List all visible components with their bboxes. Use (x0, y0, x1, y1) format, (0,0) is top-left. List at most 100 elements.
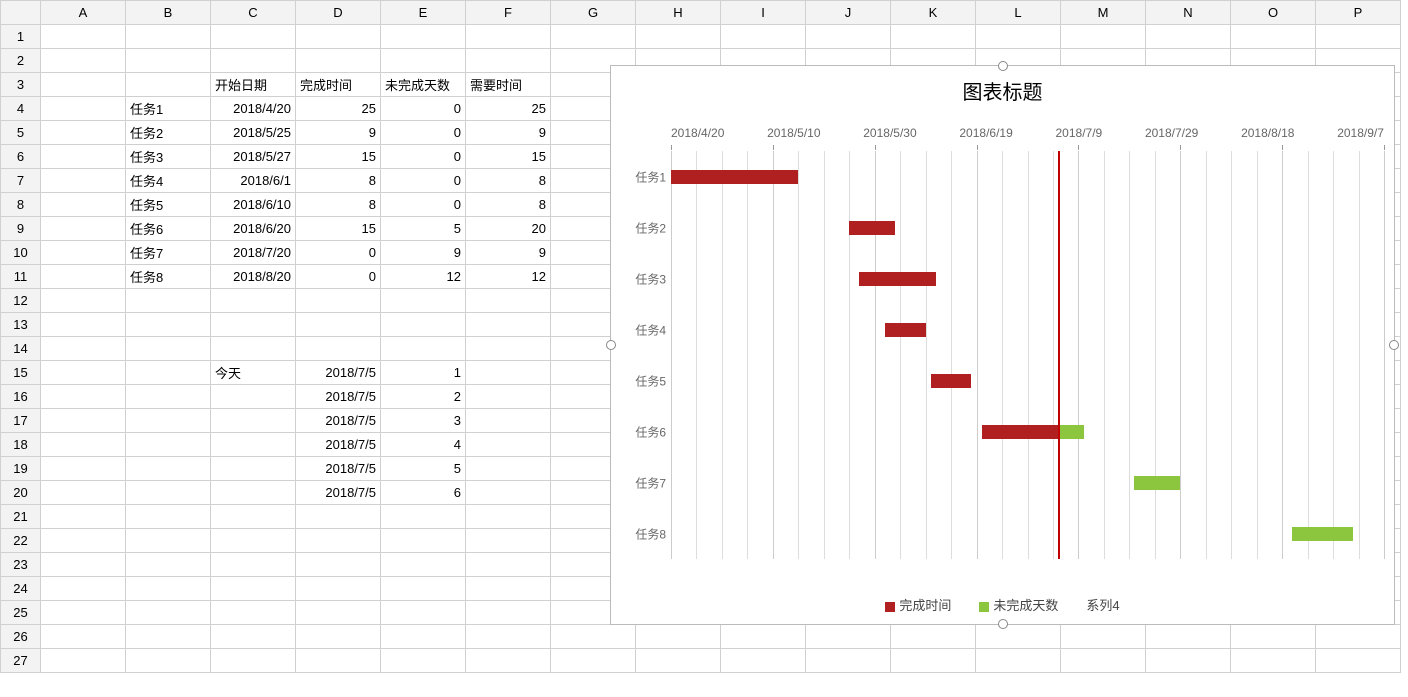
row-header-22[interactable]: 22 (1, 529, 41, 553)
bar-pending[interactable] (1292, 527, 1353, 541)
cell-D13[interactable] (296, 313, 381, 337)
row-header-10[interactable]: 10 (1, 241, 41, 265)
cell-H1[interactable] (636, 25, 721, 49)
cell-E22[interactable] (381, 529, 466, 553)
cell-C7[interactable]: 2018/6/1 (211, 169, 296, 193)
cell-G1[interactable] (551, 25, 636, 49)
cell-D18[interactable]: 2018/7/5 (296, 433, 381, 457)
cell-D10[interactable]: 0 (296, 241, 381, 265)
col-header-C[interactable]: C (211, 1, 296, 25)
row-header-15[interactable]: 15 (1, 361, 41, 385)
cell-F9[interactable]: 20 (466, 217, 551, 241)
cell-D1[interactable] (296, 25, 381, 49)
cell-E7[interactable]: 0 (381, 169, 466, 193)
cell-E11[interactable]: 12 (381, 265, 466, 289)
cell-F24[interactable] (466, 577, 551, 601)
cell-C11[interactable]: 2018/8/20 (211, 265, 296, 289)
cell-D8[interactable]: 8 (296, 193, 381, 217)
cell-C21[interactable] (211, 505, 296, 529)
cell-J26[interactable] (806, 625, 891, 649)
cell-F15[interactable] (466, 361, 551, 385)
cell-B4[interactable]: 任务1 (126, 97, 211, 121)
cell-D17[interactable]: 2018/7/5 (296, 409, 381, 433)
cell-H27[interactable] (636, 649, 721, 673)
cell-F18[interactable] (466, 433, 551, 457)
cell-N1[interactable] (1146, 25, 1231, 49)
cell-D12[interactable] (296, 289, 381, 313)
cell-B13[interactable] (126, 313, 211, 337)
cell-F4[interactable]: 25 (466, 97, 551, 121)
col-header-A[interactable]: A (41, 1, 126, 25)
corner-cell[interactable] (1, 1, 41, 25)
cell-E13[interactable] (381, 313, 466, 337)
cell-A9[interactable] (41, 217, 126, 241)
cell-B3[interactable] (126, 73, 211, 97)
cell-K27[interactable] (891, 649, 976, 673)
cell-D14[interactable] (296, 337, 381, 361)
row-header-7[interactable]: 7 (1, 169, 41, 193)
row-header-8[interactable]: 8 (1, 193, 41, 217)
cell-F7[interactable]: 8 (466, 169, 551, 193)
cell-L1[interactable] (976, 25, 1061, 49)
cell-A13[interactable] (41, 313, 126, 337)
cell-A19[interactable] (41, 457, 126, 481)
cell-P1[interactable] (1316, 25, 1401, 49)
gantt-chart[interactable]: 图表标题 2018/4/202018/5/102018/5/302018/6/1… (610, 65, 1395, 625)
cell-B1[interactable] (126, 25, 211, 49)
row-header-23[interactable]: 23 (1, 553, 41, 577)
cell-B10[interactable]: 任务7 (126, 241, 211, 265)
cell-A11[interactable] (41, 265, 126, 289)
cell-A21[interactable] (41, 505, 126, 529)
cell-C13[interactable] (211, 313, 296, 337)
cell-I26[interactable] (721, 625, 806, 649)
cell-F3[interactable]: 需要时间 (466, 73, 551, 97)
cell-D24[interactable] (296, 577, 381, 601)
cell-E23[interactable] (381, 553, 466, 577)
col-header-M[interactable]: M (1061, 1, 1146, 25)
cell-F8[interactable]: 8 (466, 193, 551, 217)
row-header-24[interactable]: 24 (1, 577, 41, 601)
cell-F11[interactable]: 12 (466, 265, 551, 289)
row-header-4[interactable]: 4 (1, 97, 41, 121)
cell-D2[interactable] (296, 49, 381, 73)
cell-B18[interactable] (126, 433, 211, 457)
cell-E6[interactable]: 0 (381, 145, 466, 169)
cell-D19[interactable]: 2018/7/5 (296, 457, 381, 481)
cell-D16[interactable]: 2018/7/5 (296, 385, 381, 409)
cell-C26[interactable] (211, 625, 296, 649)
cell-F23[interactable] (466, 553, 551, 577)
cell-B6[interactable]: 任务3 (126, 145, 211, 169)
row-header-5[interactable]: 5 (1, 121, 41, 145)
cell-M27[interactable] (1061, 649, 1146, 673)
cell-D7[interactable]: 8 (296, 169, 381, 193)
cell-D22[interactable] (296, 529, 381, 553)
cell-D9[interactable]: 15 (296, 217, 381, 241)
cell-D26[interactable] (296, 625, 381, 649)
cell-E14[interactable] (381, 337, 466, 361)
cell-A12[interactable] (41, 289, 126, 313)
row-header-21[interactable]: 21 (1, 505, 41, 529)
cell-A16[interactable] (41, 385, 126, 409)
cell-M1[interactable] (1061, 25, 1146, 49)
cell-E4[interactable]: 0 (381, 97, 466, 121)
cell-B9[interactable]: 任务6 (126, 217, 211, 241)
cell-K26[interactable] (891, 625, 976, 649)
row-header-25[interactable]: 25 (1, 601, 41, 625)
cell-F17[interactable] (466, 409, 551, 433)
col-header-L[interactable]: L (976, 1, 1061, 25)
cell-D4[interactable]: 25 (296, 97, 381, 121)
cell-E19[interactable]: 5 (381, 457, 466, 481)
cell-E2[interactable] (381, 49, 466, 73)
cell-C22[interactable] (211, 529, 296, 553)
cell-D11[interactable]: 0 (296, 265, 381, 289)
row-header-12[interactable]: 12 (1, 289, 41, 313)
row-header-16[interactable]: 16 (1, 385, 41, 409)
col-header-H[interactable]: H (636, 1, 721, 25)
legend-item[interactable]: 未完成天数 (979, 595, 1058, 614)
cell-C27[interactable] (211, 649, 296, 673)
bar-done[interactable] (849, 221, 895, 235)
cell-A10[interactable] (41, 241, 126, 265)
cell-B19[interactable] (126, 457, 211, 481)
cell-B14[interactable] (126, 337, 211, 361)
cell-C2[interactable] (211, 49, 296, 73)
